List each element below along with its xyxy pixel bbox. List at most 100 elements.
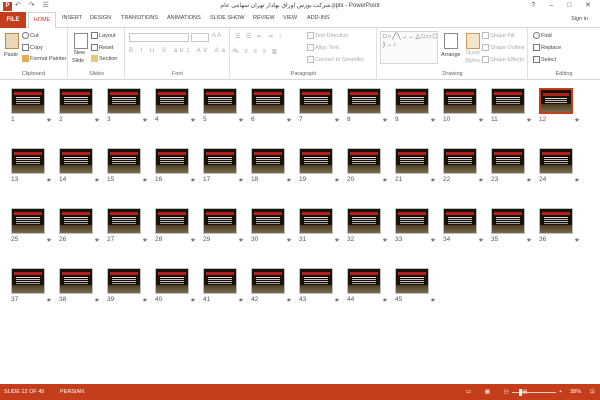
align-text-button[interactable]: Align Text: [307, 44, 339, 51]
slide-thumbnail-image[interactable]: [539, 208, 573, 234]
slide-thumbnail[interactable]: 32 ★: [347, 208, 388, 244]
tab-slide-show[interactable]: SLIDE SHOW: [210, 15, 245, 21]
align-buttons[interactable]: ≡ ≡ ≡ ≡ ▥: [235, 48, 279, 55]
slide-thumbnail-image[interactable]: [59, 268, 93, 294]
slide-thumbnail-image[interactable]: [59, 208, 93, 234]
tab-insert[interactable]: INSERT: [62, 15, 82, 21]
transition-star-icon[interactable]: ★: [430, 236, 436, 244]
slide-thumbnail-image[interactable]: [251, 268, 285, 294]
zoom-slider-thumb[interactable]: [519, 389, 522, 396]
transition-star-icon[interactable]: ★: [430, 176, 436, 184]
transition-star-icon[interactable]: ★: [574, 236, 580, 244]
slide-thumbnail-image[interactable]: [203, 268, 237, 294]
new-slide-icon[interactable]: [74, 33, 88, 49]
shape-outline-button[interactable]: Shape Outline: [482, 44, 525, 51]
transition-star-icon[interactable]: ★: [286, 296, 292, 304]
reset-button[interactable]: Reset: [91, 44, 113, 51]
layout-button[interactable]: Layout: [91, 32, 116, 39]
slide-thumbnail[interactable]: 23 ★: [491, 148, 532, 184]
transition-star-icon[interactable]: ★: [478, 176, 484, 184]
transition-star-icon[interactable]: ★: [382, 236, 388, 244]
transition-star-icon[interactable]: ★: [94, 296, 100, 304]
slide-thumbnail-image[interactable]: [347, 208, 381, 234]
new-slide-button-label2[interactable]: Slide: [72, 58, 84, 64]
slide-thumbnail[interactable]: 28 ★: [155, 208, 196, 244]
tab-home[interactable]: HOME: [28, 12, 56, 29]
slide-count-status[interactable]: SLIDE 12 OF 45: [4, 389, 44, 395]
cut-button[interactable]: Cut: [22, 32, 39, 39]
slide-thumbnail-image[interactable]: [251, 208, 285, 234]
section-button[interactable]: Section: [91, 55, 117, 62]
slide-thumbnail-image[interactable]: [299, 148, 333, 174]
font-name-field[interactable]: [129, 33, 189, 42]
slide-thumbnail-image[interactable]: [443, 88, 477, 114]
paste-button[interactable]: Paste: [4, 52, 18, 58]
transition-star-icon[interactable]: ★: [238, 236, 244, 244]
slide-thumbnail[interactable]: 19 ★: [299, 148, 340, 184]
tab-design[interactable]: DESIGN: [90, 15, 111, 21]
slide-thumbnail[interactable]: 40 ★: [155, 268, 196, 304]
transition-star-icon[interactable]: ★: [238, 296, 244, 304]
transition-star-icon[interactable]: ★: [46, 236, 52, 244]
slide-thumbnail[interactable]: 15 ★: [107, 148, 148, 184]
slide-thumbnail-image[interactable]: [299, 268, 333, 294]
zoom-out-button[interactable]: –: [505, 389, 508, 395]
slide-thumbnail[interactable]: 39 ★: [107, 268, 148, 304]
slide-thumbnail[interactable]: 20 ★: [347, 148, 388, 184]
slide-thumbnail[interactable]: 25 ★: [11, 208, 52, 244]
transition-star-icon[interactable]: ★: [94, 176, 100, 184]
transition-star-icon[interactable]: ★: [190, 116, 196, 124]
slide-thumbnail-image[interactable]: [491, 88, 525, 114]
arrange-button[interactable]: Arrange: [441, 52, 461, 58]
slide-thumbnail-image[interactable]: [107, 88, 141, 114]
slide-thumbnail[interactable]: 17 ★: [203, 148, 244, 184]
slide-thumbnail[interactable]: 44 ★: [347, 268, 388, 304]
slide-thumbnail-image[interactable]: [395, 208, 429, 234]
slide-thumbnail[interactable]: 31 ★: [299, 208, 340, 244]
slide-thumbnail-image[interactable]: [11, 268, 45, 294]
transition-star-icon[interactable]: ★: [478, 236, 484, 244]
find-button[interactable]: Find: [533, 32, 552, 39]
slide-thumbnail[interactable]: 37 ★: [11, 268, 52, 304]
slide-thumbnail[interactable]: 30 ★: [251, 208, 292, 244]
slide-thumbnail[interactable]: 14 ★: [59, 148, 100, 184]
slide-thumbnail[interactable]: 7 ★: [299, 88, 340, 124]
transition-star-icon[interactable]: ★: [190, 176, 196, 184]
slide-thumbnail[interactable]: 24 ★: [539, 148, 580, 184]
slide-thumbnail[interactable]: 10 ★: [443, 88, 484, 124]
slide-thumbnail-image[interactable]: [347, 268, 381, 294]
slide-thumbnail[interactable]: 35 ★: [491, 208, 532, 244]
font-style-buttons[interactable]: B I U S abc AV Aa A: [129, 48, 239, 54]
slide-thumbnail[interactable]: 29 ★: [203, 208, 244, 244]
tab-review[interactable]: REVIEW: [253, 15, 275, 21]
slide-thumbnail-image[interactable]: [395, 88, 429, 114]
transition-star-icon[interactable]: ★: [286, 116, 292, 124]
slide-thumbnail[interactable]: 5 ★: [203, 88, 244, 124]
slide-thumbnail[interactable]: 16 ★: [155, 148, 196, 184]
slide-thumbnail[interactable]: 8 ★: [347, 88, 388, 124]
transition-star-icon[interactable]: ★: [574, 116, 580, 124]
transition-star-icon[interactable]: ★: [574, 176, 580, 184]
transition-star-icon[interactable]: ★: [142, 296, 148, 304]
slide-thumbnail-image[interactable]: [539, 88, 573, 114]
slide-thumbnail-image[interactable]: [251, 88, 285, 114]
transition-star-icon[interactable]: ★: [190, 236, 196, 244]
transition-star-icon[interactable]: ★: [382, 296, 388, 304]
slide-thumbnail[interactable]: 22 ★: [443, 148, 484, 184]
slide-thumbnail-image[interactable]: [107, 268, 141, 294]
slide-thumbnail-image[interactable]: [155, 148, 189, 174]
slide-thumbnail[interactable]: 18 ★: [251, 148, 292, 184]
slide-thumbnail-image[interactable]: [299, 208, 333, 234]
slide-thumbnail[interactable]: 1 ★: [11, 88, 52, 124]
slide-thumbnail-image[interactable]: [251, 148, 285, 174]
transition-star-icon[interactable]: ★: [334, 296, 340, 304]
tab-view[interactable]: VIEW: [283, 15, 297, 21]
slide-thumbnail[interactable]: 43 ★: [299, 268, 340, 304]
transition-star-icon[interactable]: ★: [238, 176, 244, 184]
slide-thumbnail[interactable]: 36 ★: [539, 208, 580, 244]
quick-styles-icon[interactable]: [466, 33, 480, 49]
replace-button[interactable]: Replace: [533, 44, 561, 51]
transition-star-icon[interactable]: ★: [430, 116, 436, 124]
slide-thumbnail-image[interactable]: [539, 148, 573, 174]
shape-effects-button[interactable]: Shape Effects: [482, 56, 524, 63]
